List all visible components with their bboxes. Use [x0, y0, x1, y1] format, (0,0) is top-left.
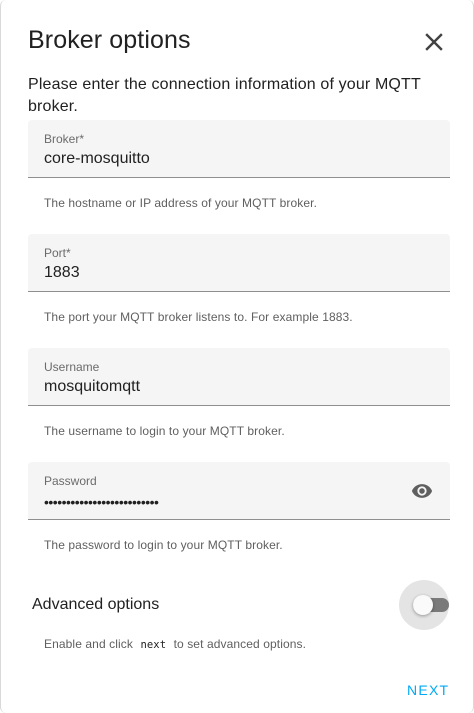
toggle-thumb	[413, 595, 433, 615]
next-button[interactable]: NEXT	[397, 676, 459, 704]
eye-icon	[411, 484, 433, 498]
password-visibility-toggle[interactable]	[410, 479, 434, 503]
username-helper-text: The username to login to your MQTT broke…	[44, 424, 285, 438]
password-helper-text: The password to login to your MQTT broke…	[44, 538, 283, 552]
advanced-helper-prefix: Enable and click	[44, 637, 133, 651]
close-icon	[425, 33, 443, 51]
broker-field[interactable]: Broker*	[28, 120, 450, 178]
port-field-label: Port*	[44, 246, 71, 260]
password-field-label: Password	[44, 474, 97, 488]
dialog-title: Broker options	[28, 26, 191, 54]
broker-field-label: Broker*	[44, 132, 85, 146]
advanced-options-toggle[interactable]	[399, 580, 449, 630]
broker-helper-text: The hostname or IP address of your MQTT …	[44, 196, 318, 210]
broker-options-dialog: Broker options Please enter the connecti…	[0, 0, 474, 713]
password-input[interactable]	[44, 492, 384, 512]
next-code-snippet: next	[140, 639, 167, 651]
advanced-options-label: Advanced options	[32, 596, 160, 613]
dialog-description: Please enter the connection information …	[28, 76, 421, 115]
broker-input[interactable]	[44, 149, 384, 169]
username-input[interactable]	[44, 377, 384, 397]
username-field[interactable]: Username	[28, 348, 450, 406]
port-input[interactable]	[44, 263, 384, 283]
username-field-label: Username	[44, 360, 100, 374]
close-button[interactable]	[414, 22, 454, 62]
advanced-options-helper-text: Enable and click next to set advanced op…	[44, 636, 306, 653]
advanced-helper-suffix: to set advanced options.	[173, 637, 307, 651]
password-field[interactable]: Password	[28, 462, 450, 520]
port-field[interactable]: Port*	[28, 234, 450, 292]
port-helper-text: The port your MQTT broker listens to. Fo…	[44, 310, 353, 324]
